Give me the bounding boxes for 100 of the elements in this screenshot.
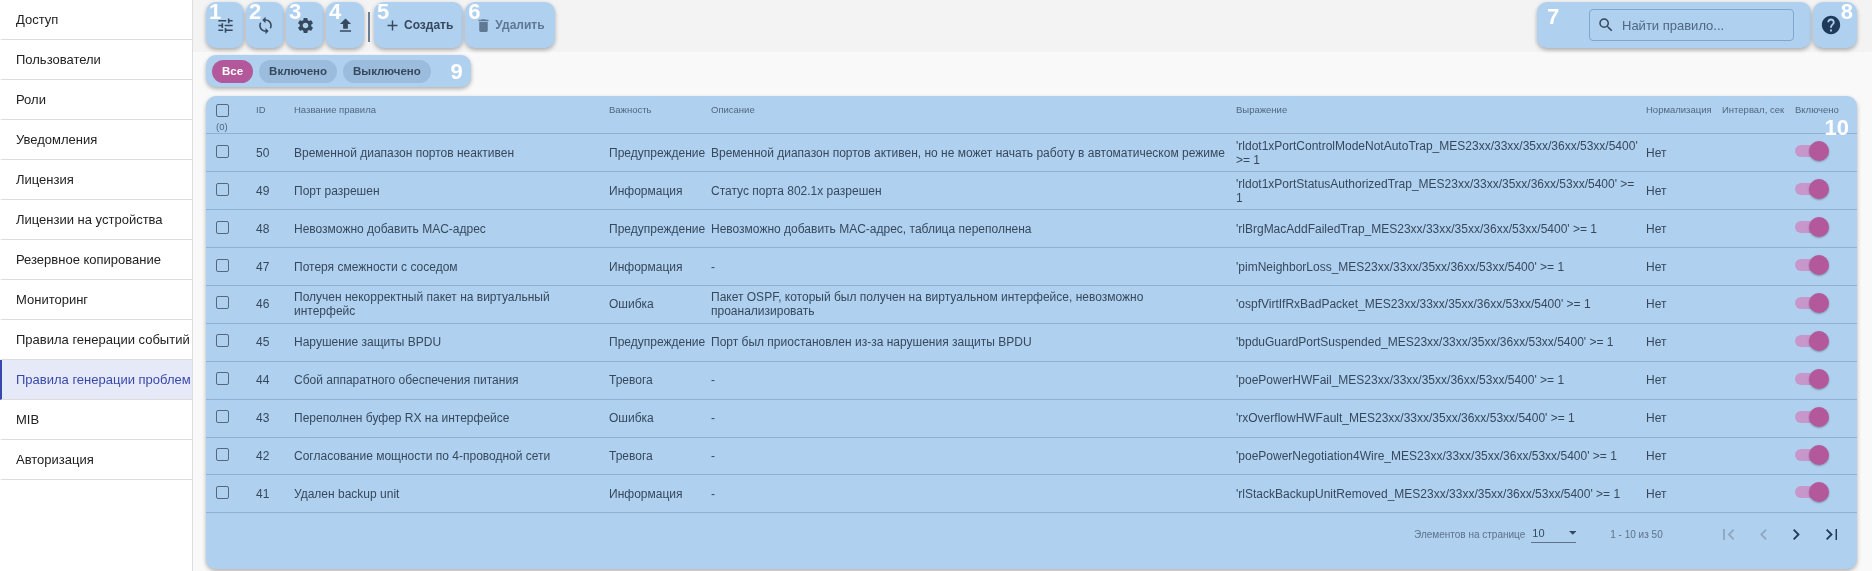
table-cell-text: Информация [609, 486, 684, 501]
search-field[interactable]: Найти правило... [1589, 9, 1794, 41]
toggle-switch[interactable] [1795, 141, 1829, 162]
toggle-switch[interactable] [1795, 482, 1829, 503]
first-page-icon [1722, 528, 1735, 540]
page-size-select[interactable]: 10 [1531, 525, 1577, 544]
table-cell-text: Нет [1646, 486, 1668, 501]
column-header: Описание [711, 104, 756, 115]
table-cell-text: - [711, 411, 716, 426]
table-cell-text: Невозможно добавить MAC-адрес, таблица переполнена [711, 221, 1033, 236]
table-cell-text: - [711, 449, 716, 464]
toggle-switch[interactable] [1795, 330, 1829, 351]
chevron-right-icon [1792, 528, 1800, 540]
table-cell-text: Нет [1646, 259, 1668, 274]
sidebar-item[interactable]: Резервное копирование [0, 240, 192, 280]
callout-number: 5 [377, 1, 390, 23]
table-cell-text: - [711, 486, 716, 501]
callout-number: 8 [1840, 1, 1853, 23]
table-cell-text: 'bpduGuardPortSuspended_MES23xx/33xx/35xx/36xx/53xx/5400' >= 1 [1236, 335, 1615, 350]
toggle-switch[interactable] [1795, 444, 1829, 465]
table-cell-text: 50 [256, 145, 271, 160]
sidebar-item[interactable]: Пользователи [0, 40, 192, 80]
table-cell-text: 'poePowerHWFail_MES23xx/33xx/35xx/36xx/53xx/5400' >= 1 [1236, 373, 1566, 388]
sidebar-item[interactable]: Лицензия [0, 160, 192, 200]
row-checkbox[interactable] [216, 334, 229, 348]
filter-chip[interactable]: Включено [259, 59, 338, 83]
column-header: Важность [609, 104, 653, 115]
row-checkbox[interactable] [216, 410, 229, 424]
sidebar-item[interactable]: Роли [0, 80, 192, 120]
table-cell-text: Временной диапазон портов активен, но не может начать работу в автоматическом режиме [711, 145, 1226, 160]
sidebar-item[interactable]: Правила генерации проблем [0, 360, 192, 400]
row-checkbox[interactable] [216, 296, 229, 310]
row-checkbox[interactable] [216, 220, 229, 234]
sidebar-item[interactable]: Доступ [0, 0, 192, 40]
table-cell-text: Нет [1646, 449, 1668, 464]
sidebar-item[interactable]: Лицензии на устройства [0, 200, 192, 240]
column-header: Нормализация [1646, 104, 1713, 115]
table-cell-text: 'rlBrgMacAddFailedTrap_MES23xx/33xx/35xx/36xx/53xx/5400' >= 1 [1236, 221, 1598, 236]
table-cell-text: Тревога [609, 373, 654, 388]
table-cell-text: - [711, 373, 716, 388]
table-cell-text: 47 [256, 259, 271, 274]
table-cell-text: 48 [256, 221, 271, 236]
callout-number: 6 [468, 1, 481, 23]
table-cell-text: 'rlStackBackupUnitRemoved_MES23xx/33xx/35xx/36xx/53xx/5400' >= 1 [1236, 486, 1622, 501]
callout-number: 7 [1547, 6, 1560, 28]
toggle-switch[interactable] [1795, 217, 1829, 238]
toggle-switch[interactable] [1795, 368, 1829, 389]
table-cell-text: Информация [609, 183, 684, 198]
table-cell-text: Временной диапазон портов неактивен [294, 145, 516, 160]
callout-number: 10 [1824, 117, 1849, 139]
row-checkbox[interactable] [216, 372, 229, 386]
sidebar-item[interactable]: Авторизация [0, 440, 192, 480]
search-icon [1597, 16, 1615, 34]
toggle-switch[interactable] [1795, 255, 1829, 275]
table-cell-text: 42 [256, 449, 271, 464]
table-cell-text: 44 [256, 373, 271, 388]
table-cell-text: Порт разрешен [294, 183, 381, 198]
table-cell-text: 'poePowerNegotiation4Wire_MES23xx/33xx/35xx/36xx/53xx/5400' >= 1 [1236, 449, 1618, 464]
help-button[interactable] [1820, 14, 1842, 36]
table-cell-text: Нет [1646, 373, 1668, 388]
filter-chip[interactable]: Все [212, 59, 254, 83]
table-cell-text: Невозможно добавить MAC-адрес [294, 221, 487, 236]
table-cell-text: Удален backup unit [294, 486, 401, 501]
select-all-checkbox[interactable] [216, 104, 229, 117]
column-header: Выражение [1236, 104, 1289, 115]
row-checkbox[interactable] [216, 485, 229, 499]
table-cell-text: Согласование мощности по 4-проводной сети [294, 449, 552, 464]
selected-count: (0) [216, 121, 228, 132]
table-cell-text: 43 [256, 411, 271, 426]
chevron-left-icon [1760, 528, 1767, 540]
table-cell-text: Предупреждение [609, 221, 707, 236]
row-checkbox[interactable] [216, 258, 229, 272]
toggle-switch[interactable] [1795, 406, 1829, 427]
table-cell-text: 45 [256, 335, 271, 350]
table-cell-text: Потеря смежности с соседом [294, 259, 459, 274]
callout-number: 3 [289, 1, 302, 23]
sidebar-item[interactable]: Уведомления [0, 120, 192, 160]
last-page-icon [1825, 528, 1837, 540]
sidebar-item[interactable]: MIB [0, 400, 192, 440]
toggle-switch[interactable] [1795, 179, 1829, 200]
table-cell-text: Тревога [609, 449, 654, 464]
table-cell-text: 'ospfVirtIfRxBadPacket_MES23xx/33xx/35xx/36xx/53xx/5400' >= 1 [1236, 297, 1592, 312]
table-cell-text: Нарушение защиты BPDU [294, 335, 443, 350]
toggle-switch[interactable] [1795, 292, 1829, 313]
table-cell-text: 41 [256, 486, 271, 501]
table-cell-text: Нет [1646, 411, 1668, 426]
filter-chip[interactable]: Выключено [343, 59, 431, 83]
table-cell-text: Переполнен буфер RX на интерфейсе [294, 411, 511, 426]
sidebar-item[interactable]: Мониторинг [0, 280, 192, 320]
table-cell-text: Предупреждение [609, 145, 707, 160]
column-header: Название правила [294, 104, 377, 115]
row-checkbox[interactable] [216, 144, 229, 158]
column-header: Интервал, сек [1722, 104, 1786, 115]
callout-number: 9 [450, 61, 463, 83]
row-checkbox[interactable] [216, 182, 229, 196]
row-checkbox[interactable] [216, 448, 229, 462]
table-cell-text: 'rldot1xPortStatusAuthorizedTrap_MES23xx/33xx/35xx/36xx/53xx/5400' >= 1 [1236, 176, 1636, 205]
table-cell-text: Ошибка [609, 411, 655, 426]
page-range: 1 - 10 из 50 [1610, 528, 1663, 540]
table-cell-text: 'rxOverflowHWFault_MES23xx/33xx/35xx/36xx/53xx/5400' >= 1 [1236, 411, 1576, 426]
